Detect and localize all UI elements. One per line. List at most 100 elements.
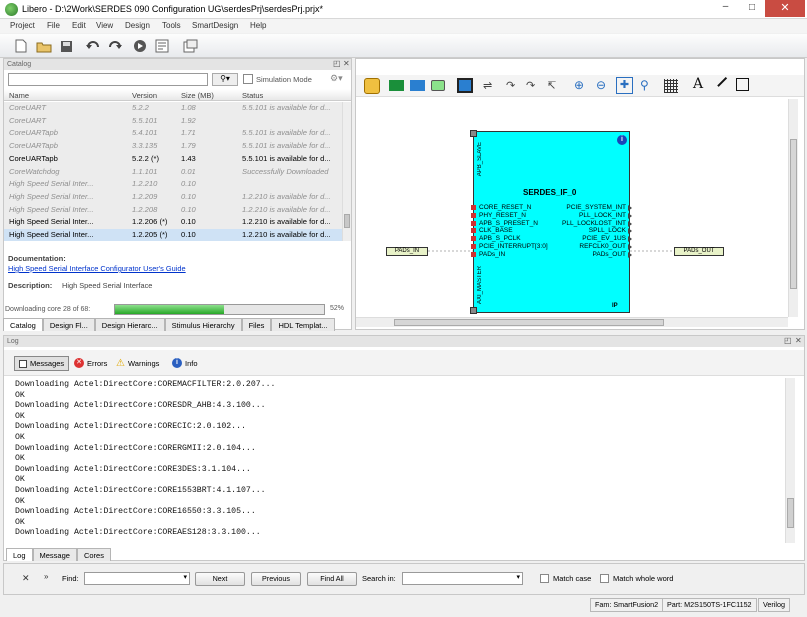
schematic-vscroll[interactable] (788, 99, 798, 317)
text-tool-icon[interactable]: A (693, 76, 703, 92)
left-port-pin[interactable] (471, 228, 476, 234)
slice-icon[interactable]: ↷ (506, 79, 515, 92)
grid-icon[interactable] (664, 79, 678, 93)
tab-files[interactable]: Files (241, 318, 272, 331)
match-case-checkbox[interactable] (540, 574, 549, 583)
search-icon[interactable]: ⚲▾ (212, 73, 238, 86)
new-file-icon[interactable] (12, 37, 30, 55)
tab-catalog[interactable]: Catalog (3, 318, 43, 331)
right-port-pin[interactable] (628, 236, 632, 243)
zoom-out-icon[interactable]: ⊖ (596, 78, 606, 92)
run-icon[interactable] (131, 37, 149, 55)
log-scroll-thumb[interactable] (787, 498, 794, 528)
hscroll-thumb[interactable] (394, 319, 664, 326)
left-port-pin[interactable] (471, 251, 476, 257)
menu-view[interactable]: View (96, 21, 113, 30)
right-port-pin[interactable] (628, 212, 632, 219)
pin-panel-icon[interactable]: ◰ (784, 336, 792, 345)
add-bus-icon[interactable] (410, 80, 425, 91)
expand-find-icon[interactable]: » (44, 572, 48, 581)
right-port-pin[interactable] (628, 244, 632, 250)
design-flow-icon[interactable] (153, 37, 171, 55)
catalog-search-input[interactable] (8, 73, 208, 86)
pads-in-port[interactable]: PADs_IN (386, 247, 428, 256)
tab-hdl-templates[interactable]: HDL Templat... (271, 318, 335, 331)
restore-layout-icon[interactable] (181, 37, 199, 55)
find-all-button[interactable]: Find All (307, 572, 357, 586)
column-status[interactable]: Status (242, 91, 263, 100)
column-version[interactable]: Version (132, 91, 157, 100)
route-selection-icon[interactable]: ↷ (526, 79, 535, 92)
tab-message[interactable]: Message (32, 548, 77, 561)
log-scrollbar[interactable] (785, 378, 795, 543)
find-input[interactable]: ▾ (84, 572, 190, 585)
connect-icon[interactable] (431, 80, 445, 91)
zoom-area-icon[interactable]: ⚲ (640, 78, 649, 92)
catalog-row[interactable]: High Speed Serial Inter... 1.2.209 0.10 1.2… (4, 191, 342, 204)
left-port-pin[interactable] (471, 212, 476, 218)
right-port-pin[interactable] (628, 228, 632, 235)
redo-icon[interactable] (106, 37, 124, 55)
column-name[interactable]: Name (9, 91, 29, 100)
rectangle-tool-icon[interactable] (736, 78, 749, 91)
tab-design-hierarchy[interactable]: Design Hierarc... (94, 318, 165, 331)
vscroll-thumb[interactable] (790, 139, 797, 289)
zoom-in-icon[interactable]: ⊕ (574, 78, 584, 92)
pin-panel-icon[interactable]: ◰ (333, 59, 341, 68)
catalog-row[interactable]: High Speed Serial Inter... 1.2.206 (*) 0.1… (4, 216, 342, 229)
errors-filter[interactable]: ✕ Errors (74, 358, 107, 368)
menu-design[interactable]: Design (125, 21, 150, 30)
unroute-icon[interactable]: ↸ (547, 79, 556, 92)
close-find-icon[interactable]: ✕ (22, 573, 30, 584)
menu-file[interactable]: File (47, 21, 60, 30)
pads-out-port[interactable]: PADs_OUT (674, 247, 724, 256)
menu-smartdesign[interactable]: SmartDesign (192, 21, 238, 30)
catalog-row[interactable]: CoreUART 5.2.2 1.08 5.5.101 is available fo… (4, 102, 342, 115)
next-button[interactable]: Next (195, 572, 245, 586)
tab-log[interactable]: Log (6, 548, 33, 561)
right-port-pin[interactable] (628, 205, 632, 211)
catalog-scrollbar[interactable] (342, 102, 351, 241)
save-icon[interactable] (57, 37, 75, 55)
line-tool-icon[interactable] (717, 76, 727, 87)
tab-stimulus-hierarchy[interactable]: Stimulus Hierarchy (164, 318, 242, 331)
messages-filter[interactable]: Messages (14, 356, 70, 371)
add-port-icon[interactable] (389, 80, 404, 91)
simulation-mode-checkbox[interactable] (243, 74, 253, 84)
close-panel-icon[interactable]: ✕ (795, 336, 802, 345)
catalog-row[interactable]: High Speed Serial Inter... 1.2.205 (*) 0.1… (4, 229, 342, 241)
catalog-row[interactable]: High Speed Serial Inter... 1.2.208 0.10 1.2… (4, 204, 342, 217)
right-port-pin[interactable] (628, 220, 632, 227)
documentation-link[interactable]: High Speed Serial Interface Configurator… (8, 264, 186, 273)
dropdown-arrow-icon[interactable]: ▾ (516, 573, 520, 581)
menu-tools[interactable]: Tools (162, 21, 181, 30)
menu-project[interactable]: Project (10, 21, 35, 30)
maximize-button[interactable]: □ (739, 0, 765, 17)
left-port-pin[interactable] (471, 236, 476, 242)
undo-icon[interactable] (84, 37, 102, 55)
apb-slave-pin[interactable] (470, 130, 477, 137)
right-port-pin[interactable] (628, 251, 632, 258)
info-filter[interactable]: i Info (172, 358, 198, 368)
catalog-row[interactable]: CoreUARTapb 3.3.135 1.79 5.5.101 is availab… (4, 140, 342, 153)
catalog-row[interactable]: CoreUARTapb 5.4.101 1.71 5.5.101 is availab… (4, 127, 342, 140)
left-port-pin[interactable] (471, 244, 476, 249)
search-in-select[interactable]: ▾ (402, 572, 523, 585)
axi-master-pin[interactable] (470, 307, 477, 314)
catalog-scroll-thumb[interactable] (344, 214, 350, 228)
info-icon[interactable]: i (617, 135, 627, 145)
generate-icon[interactable] (364, 78, 380, 94)
zoom-fit-icon[interactable]: ✚ (616, 77, 633, 94)
minimize-button[interactable]: – (712, 0, 739, 17)
tab-cores[interactable]: Cores (76, 548, 111, 561)
schematic-hscroll[interactable] (356, 317, 788, 327)
match-whole-word-checkbox[interactable] (600, 574, 609, 583)
menu-help[interactable]: Help (250, 21, 266, 30)
catalog-row[interactable]: CoreUART 5.5.101 1.92 (4, 115, 342, 128)
menu-edit[interactable]: Edit (72, 21, 86, 30)
open-folder-icon[interactable] (35, 37, 53, 55)
auto-connect-icon[interactable] (457, 78, 473, 93)
close-panel-icon[interactable]: ✕ (343, 59, 350, 68)
dropdown-arrow-icon[interactable]: ▾ (183, 573, 187, 581)
settings-gear-icon[interactable]: ⚙▾ (330, 73, 350, 86)
